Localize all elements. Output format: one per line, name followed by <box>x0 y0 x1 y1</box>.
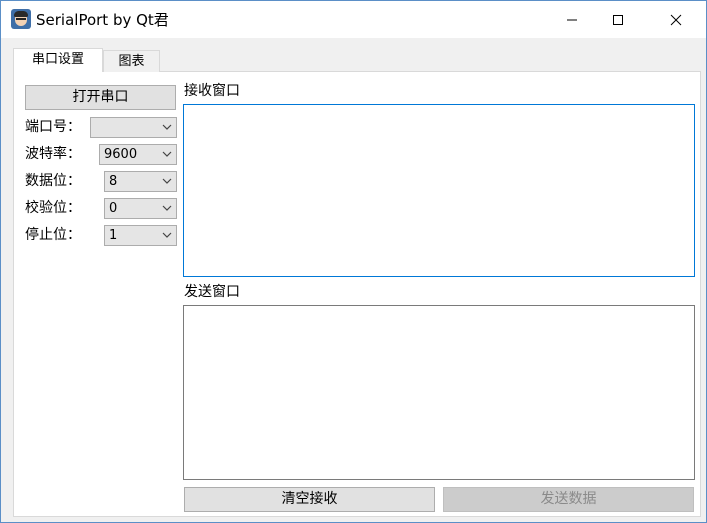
data-bits-select[interactable]: 8 <box>104 171 177 192</box>
data-bits-value: 8 <box>109 174 118 189</box>
title-bar[interactable]: SerialPort by Qt君 <box>1 1 706 38</box>
chevron-down-icon <box>162 178 172 184</box>
minimize-button[interactable] <box>549 1 595 38</box>
parity-value: 0 <box>109 201 118 216</box>
port-label: 端口号： <box>25 119 81 135</box>
baud-rate-value: 9600 <box>104 147 138 162</box>
tab-chart[interactable]: 图表 <box>103 50 160 72</box>
window-title: SerialPort by Qt君 <box>36 11 169 29</box>
stop-bits-select[interactable]: 1 <box>104 225 177 246</box>
chevron-down-icon <box>162 151 172 157</box>
stop-bits-value: 1 <box>109 228 118 243</box>
close-icon <box>670 14 682 25</box>
send-window-label: 发送窗口 <box>184 284 240 300</box>
send-data-button[interactable]: 发送数据 <box>443 487 694 512</box>
stop-bits-label: 停止位： <box>25 227 81 243</box>
chevron-down-icon <box>162 124 172 130</box>
clear-receive-button[interactable]: 清空接收 <box>184 487 435 512</box>
port-select[interactable] <box>90 117 177 138</box>
baud-rate-label: 波特率： <box>25 146 81 162</box>
parity-label: 校验位： <box>25 200 81 216</box>
app-window: SerialPort by Qt君 串口设置 图表 打开串口 端口号： 波特率： <box>0 0 707 523</box>
receive-window-label: 接收窗口 <box>184 83 240 99</box>
data-bits-label: 数据位： <box>25 173 81 189</box>
send-textarea[interactable] <box>183 305 695 480</box>
chevron-down-icon <box>162 205 172 211</box>
receive-textarea[interactable] <box>183 104 695 277</box>
close-button[interactable] <box>653 1 699 38</box>
minimize-icon <box>567 19 577 20</box>
maximize-icon <box>613 14 623 25</box>
chevron-down-icon <box>162 232 172 238</box>
baud-rate-select[interactable]: 9600 <box>99 144 177 165</box>
open-port-button[interactable]: 打开串口 <box>25 85 176 110</box>
app-avatar-icon <box>11 9 31 29</box>
maximize-button[interactable] <box>595 1 641 38</box>
tab-serial-settings[interactable]: 串口设置 <box>13 48 103 72</box>
parity-select[interactable]: 0 <box>104 198 177 219</box>
